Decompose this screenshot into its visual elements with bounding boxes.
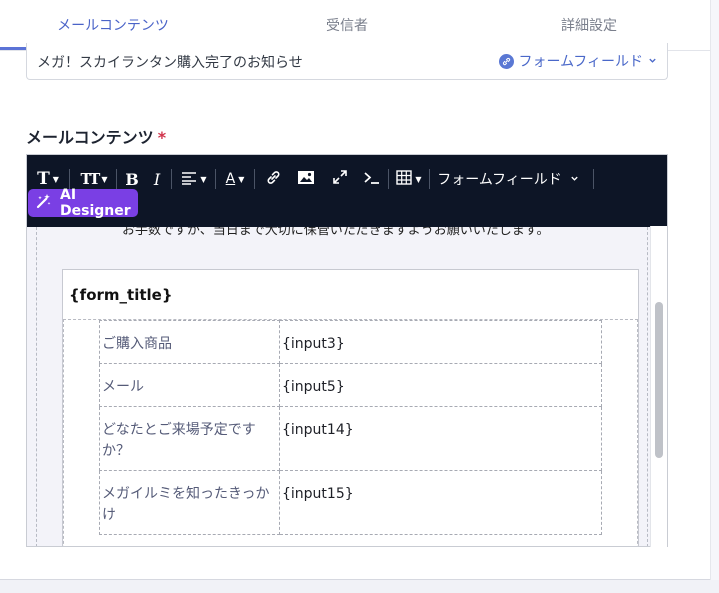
- field-label: メガイルミを知ったきっかけ: [99, 470, 280, 535]
- editor-toolbar: T ▼ TT ▼ B I ▼ A ▼ ▼ フォームフィールド AI Design…: [27, 155, 667, 227]
- page-right-edge: [710, 0, 719, 593]
- table-row: メール {input5}: [99, 363, 602, 407]
- caret-down-icon: ▼: [52, 174, 59, 184]
- table-row: メガイルミを知ったきっかけ {input15}: [99, 470, 602, 535]
- insert-image-button[interactable]: [295, 167, 317, 191]
- email-body-frame: お手数ですが、当日まで大切に保管いただきますようお願いいたします。 {form_…: [36, 227, 648, 546]
- table-row: どなたとご来場予定ですか？ {input14}: [99, 406, 602, 471]
- section-label-text: メールコンテンツ: [26, 128, 154, 147]
- field-label: ご購入商品: [99, 320, 280, 364]
- toolbar-separator: [171, 169, 172, 189]
- fields-table: ご購入商品 {input3} メール {input5} どなたとご来場予定ですか…: [99, 320, 602, 535]
- insert-link-button[interactable]: [262, 167, 284, 191]
- align-left-icon: [181, 170, 197, 189]
- toolbar-separator: [429, 169, 430, 189]
- terminal-icon: [363, 170, 380, 189]
- editor-content-area[interactable]: お手数ですが、当日まで大切に保管いただきますようお願いいたします。 {form_…: [27, 227, 657, 546]
- ai-designer-button[interactable]: AI Designer: [28, 187, 138, 219]
- intro-text: お手数ですが、当日まで大切に保管いただきますようお願いいたします。: [122, 227, 550, 238]
- italic-icon: I: [153, 169, 161, 189]
- ai-designer-label: AI Designer: [60, 187, 131, 219]
- text-style-dropdown[interactable]: T ▼: [34, 167, 62, 191]
- magic-wand-icon: [36, 193, 52, 213]
- italic-button[interactable]: I: [149, 167, 165, 191]
- table-icon: [396, 169, 413, 189]
- subject-form-field-dropdown[interactable]: フォームフィールド: [498, 51, 657, 71]
- caret-down-icon: ▼: [200, 174, 207, 184]
- form-summary-block: {form_title} ご購入商品 {input3} メール {input5}…: [62, 269, 639, 546]
- caret-down-icon: ▼: [238, 174, 245, 184]
- image-icon: [297, 170, 315, 189]
- toolbar-separator: [116, 169, 117, 189]
- link-icon: [265, 169, 282, 190]
- toolbar-separator: [254, 169, 255, 189]
- font-color-icon: A: [225, 171, 236, 187]
- field-label: メール: [99, 363, 280, 407]
- caret-down-icon: ▼: [101, 174, 108, 184]
- toolbar-separator: [215, 169, 216, 189]
- form-field-button-label: フォームフィールド: [437, 172, 562, 188]
- expand-icon: [332, 169, 348, 189]
- bottom-strip: [0, 580, 719, 593]
- fullscreen-button[interactable]: [329, 167, 351, 191]
- bold-icon: B: [125, 169, 139, 189]
- table-row: ご購入商品 {input3}: [99, 320, 602, 364]
- font-color-dropdown[interactable]: A ▼: [222, 167, 248, 191]
- field-value: {input5}: [279, 363, 602, 407]
- form-field-dropdown[interactable]: フォームフィールド: [436, 167, 580, 191]
- required-mark: *: [157, 128, 167, 147]
- rich-text-editor: お手数ですが、当日まで大切に保管いただきますようお願いいたします。 {form_…: [26, 154, 668, 547]
- field-value: {input14}: [279, 406, 602, 471]
- align-dropdown[interactable]: ▼: [178, 167, 210, 191]
- field-value: {input3}: [279, 320, 602, 364]
- toolbar-separator: [69, 169, 70, 189]
- toolbar-separator: [593, 169, 594, 189]
- chevron-down-icon: [570, 171, 579, 187]
- form-field-label: フォームフィールド: [518, 54, 643, 70]
- editor-scrollbar-thumb[interactable]: [655, 302, 663, 458]
- field-label: どなたとご来場予定ですか？: [99, 406, 280, 471]
- insert-table-dropdown[interactable]: ▼: [394, 167, 424, 191]
- field-value: {input15}: [279, 470, 602, 535]
- mail-content-heading: メールコンテンツ *: [26, 124, 166, 148]
- link-icon: [498, 53, 514, 69]
- subject-value: メガ！スカイランタン購入完了のお知らせ: [37, 55, 303, 71]
- text-style-icon: T: [37, 169, 50, 189]
- form-title: {form_title}: [69, 286, 173, 304]
- toolbar-separator: [388, 169, 389, 189]
- tab-label: 詳細設定: [561, 18, 617, 34]
- chevron-down-icon: [648, 55, 657, 68]
- code-view-button[interactable]: [360, 167, 382, 191]
- tab-label: メールコンテンツ: [57, 18, 169, 34]
- tab-label: 受信者: [326, 18, 368, 34]
- text-size-icon: TT: [80, 170, 101, 188]
- subject-field[interactable]: メガ！スカイランタン購入完了のお知らせ フォームフィールド: [26, 43, 668, 80]
- caret-down-icon: ▼: [415, 174, 422, 184]
